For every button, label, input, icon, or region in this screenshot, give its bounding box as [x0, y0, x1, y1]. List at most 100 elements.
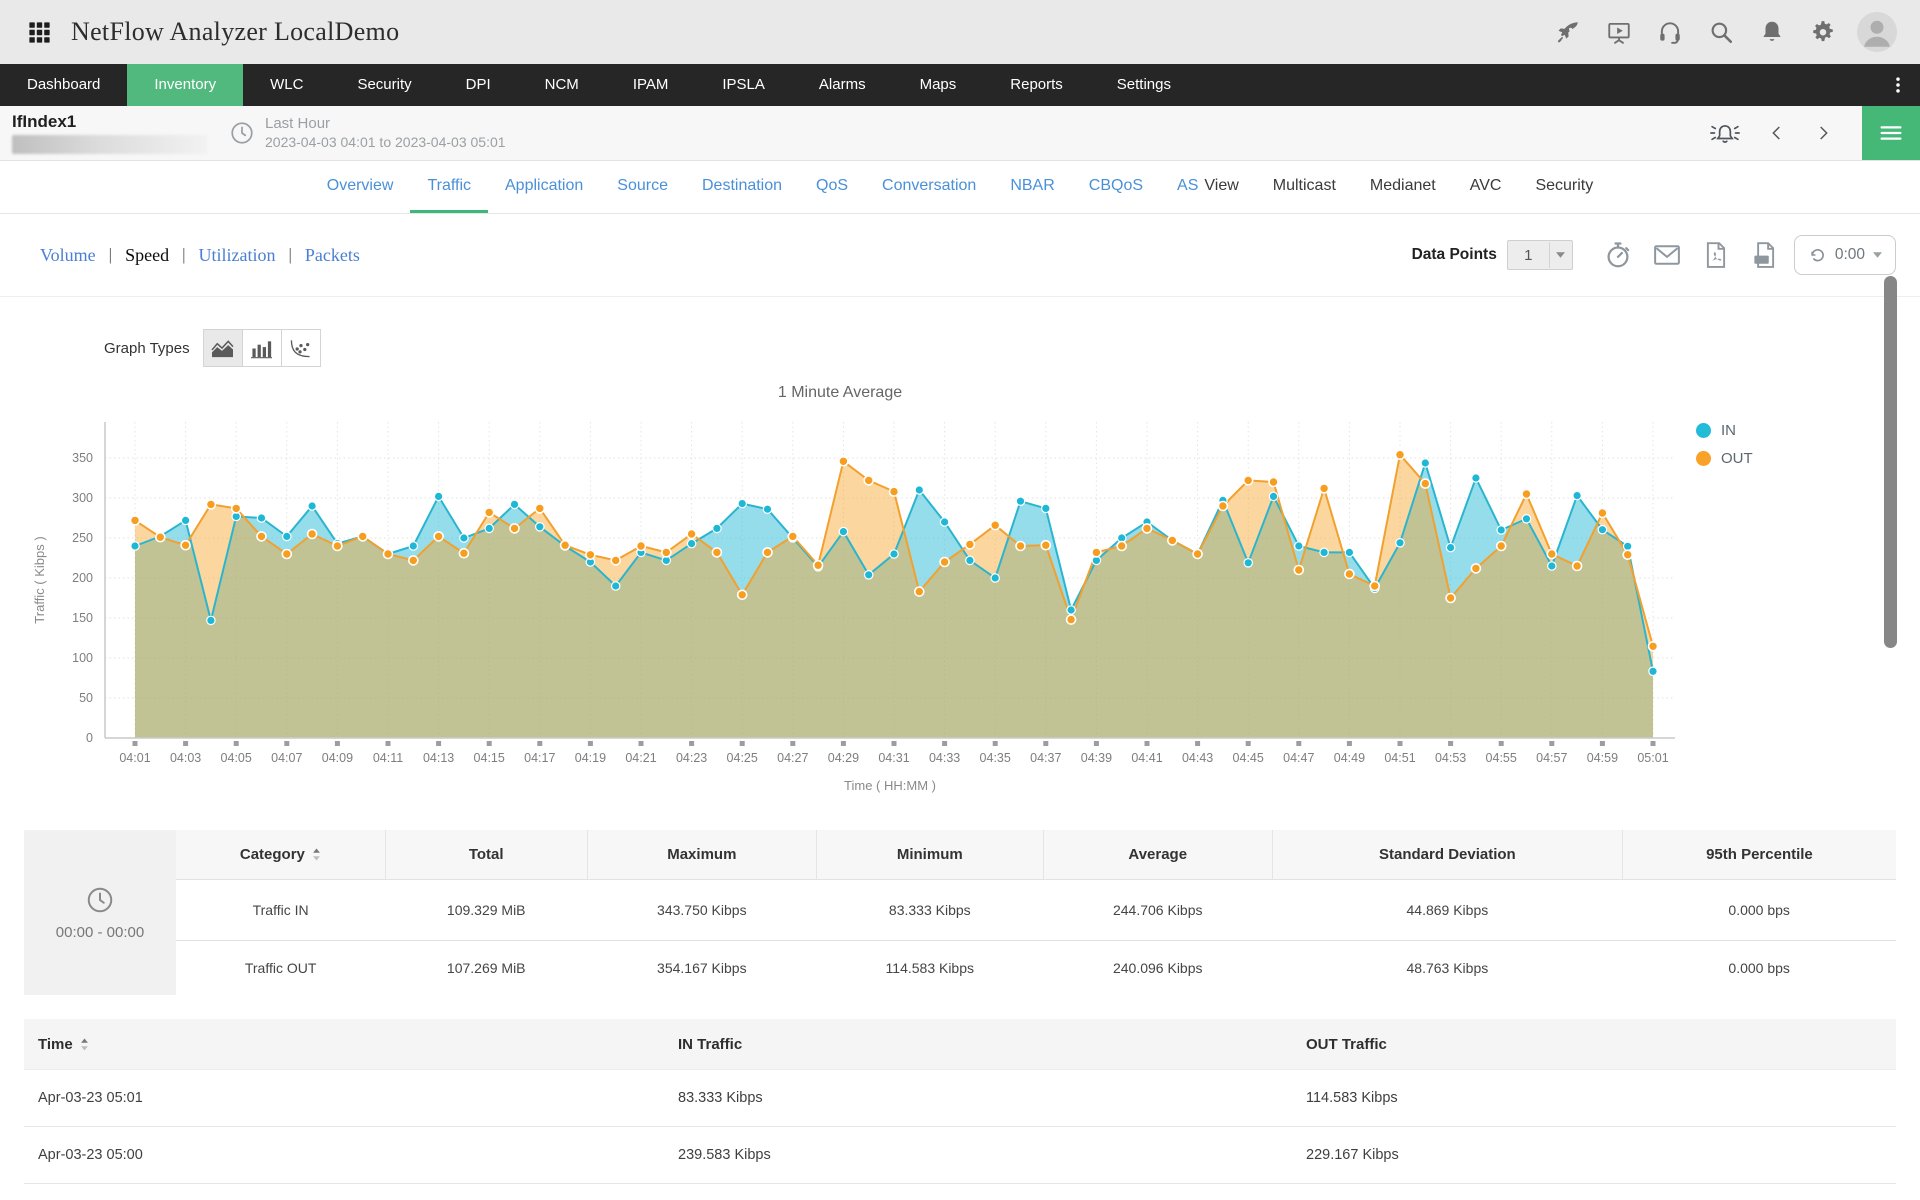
tab-destination[interactable]: Destination [685, 161, 799, 213]
chart-title: 1 Minute Average [777, 384, 903, 401]
tab-qos[interactable]: QoS [799, 161, 865, 213]
tab-avc[interactable]: AVC [1453, 161, 1519, 213]
nav-item-alarms[interactable]: Alarms [792, 64, 893, 106]
refresh-schedule-button[interactable]: 0:00 [1793, 235, 1896, 275]
time-period[interactable]: Last Hour 2023-04-03 04:01 to 2023-04-03… [265, 115, 506, 151]
svg-text:04:19: 04:19 [575, 751, 606, 765]
headset-icon[interactable] [1657, 19, 1683, 45]
nav-item-ncm[interactable]: NCM [518, 64, 606, 106]
view-utilization[interactable]: Utilization [198, 245, 275, 266]
svg-text:04:15: 04:15 [474, 751, 505, 765]
view-volume[interactable]: Volume [40, 245, 96, 266]
tab-cbqos[interactable]: CBQoS [1072, 161, 1160, 213]
search-icon[interactable] [1708, 19, 1734, 45]
chart-section: 1 Minute Average 0 50 100 150 200 250 300 350 04… [0, 382, 1920, 808]
detail-cell: 114.583 Kibps [1292, 1069, 1896, 1127]
summary-cell: 48.763 Kibps [1272, 940, 1623, 995]
nav-item-dashboard[interactable]: Dashboard [0, 64, 127, 106]
clock-icon [85, 885, 115, 915]
legend-item-in[interactable]: IN [1696, 422, 1753, 439]
svg-text:04:01: 04:01 [119, 751, 150, 765]
summary-col-standard-deviation: Standard Deviation [1271, 830, 1623, 880]
tab-nbar[interactable]: NBAR [993, 161, 1071, 213]
presentation-play-icon[interactable] [1606, 19, 1632, 45]
detail-cell: Apr-03-23 04:59 [24, 1183, 664, 1200]
app-grid-icon[interactable] [26, 19, 53, 46]
svg-text:04:41: 04:41 [1131, 751, 1162, 765]
nav-item-security[interactable]: Security [330, 64, 438, 106]
kebab-menu-icon[interactable] [1888, 73, 1908, 97]
nav-item-wlc[interactable]: WLC [243, 64, 330, 106]
graph-type-area-chart-button[interactable] [202, 329, 243, 367]
view-speed[interactable]: Speed [125, 245, 169, 266]
legend-label: OUT [1721, 450, 1753, 467]
svg-text:04:33: 04:33 [929, 751, 960, 765]
refresh-timer-value: 0:00 [1834, 246, 1865, 263]
interface-name: IfIndex1 [12, 112, 77, 131]
summary-cell: 354.167 Kibps [587, 940, 817, 995]
tab-application[interactable]: Application [488, 161, 600, 213]
summary-col-average: Average [1042, 830, 1273, 880]
graph-type-scatter-chart-button[interactable] [280, 329, 321, 367]
summary-cell: Traffic OUT [176, 940, 386, 995]
graph-type-buttons [202, 329, 321, 367]
tab-traffic[interactable]: Traffic [410, 161, 488, 213]
svg-text:Traffic ( Kibps ): Traffic ( Kibps ) [32, 536, 47, 623]
nav-item-reports[interactable]: Reports [983, 64, 1090, 106]
user-avatar-icon[interactable] [1856, 11, 1898, 53]
envelope-icon[interactable] [1652, 240, 1682, 270]
svg-text:04:53: 04:53 [1435, 751, 1466, 765]
svg-text:04:55: 04:55 [1486, 751, 1517, 765]
alarm-flash-icon[interactable] [1708, 118, 1742, 148]
nav-item-ipsla[interactable]: IPSLA [695, 64, 792, 106]
summary-table: Category Total Maximum Minimum Average Standa… [176, 830, 1896, 995]
vertical-scrollbar[interactable] [1884, 276, 1897, 648]
tab-source[interactable]: Source [600, 161, 685, 213]
svg-text:04:49: 04:49 [1334, 751, 1365, 765]
detail-col-in-traffic: IN Traffic [664, 1019, 1292, 1070]
summary-cell: 107.269 MiB [385, 940, 588, 995]
bell-icon[interactable] [1759, 19, 1785, 45]
detail-cell: 229.167 Kibps [1292, 1126, 1896, 1184]
clock-icon [229, 120, 255, 146]
traffic-detail-table: Time IN Traffic OUT Traffic Apr-03-23 05:01… [24, 1019, 1896, 1200]
tab-multicast[interactable]: Multicast [1256, 161, 1353, 213]
rocket-icon[interactable] [1555, 19, 1581, 45]
period-label: Last Hour [265, 115, 331, 132]
nav-item-inventory[interactable]: Inventory [127, 64, 244, 106]
pdf-icon[interactable] [1701, 240, 1731, 270]
csv-icon[interactable]: CSV [1750, 240, 1780, 270]
traffic-chart: 0 50 100 150 200 250 300 350 04:01 04:03 04:05 04:0… [20, 408, 1680, 808]
tab-security[interactable]: Security [1518, 161, 1610, 213]
tab-overview[interactable]: Overview [310, 161, 411, 213]
summary-cell: 244.706 Kibps [1112, 902, 1203, 918]
view-packets[interactable]: Packets [305, 245, 360, 266]
tab-medianet[interactable]: Medianet [1353, 161, 1453, 213]
bar-chart-icon [249, 338, 274, 359]
svg-text:04:57: 04:57 [1536, 751, 1567, 765]
stopwatch-icon[interactable] [1603, 240, 1633, 270]
nav-item-dpi[interactable]: DPI [439, 64, 518, 106]
tab-as-view[interactable]: AS View [1160, 161, 1256, 213]
chevron-left-icon[interactable] [1766, 122, 1788, 144]
svg-text:04:27: 04:27 [777, 751, 808, 765]
graph-type-bar-chart-button[interactable] [241, 329, 282, 367]
svg-text:300: 300 [72, 491, 93, 505]
svg-text:04:51: 04:51 [1384, 751, 1415, 765]
side-menu-button[interactable] [1862, 106, 1920, 160]
data-points-select[interactable]: 1 [1506, 240, 1573, 270]
nav-item-ipam[interactable]: IPAM [606, 64, 696, 106]
chevron-right-icon[interactable] [1812, 122, 1834, 144]
gear-icon[interactable] [1810, 19, 1836, 45]
view-separator: | [108, 245, 113, 264]
legend-item-out[interactable]: OUT [1696, 450, 1753, 467]
svg-text:04:25: 04:25 [727, 751, 758, 765]
detail-col-time[interactable]: Time [24, 1019, 664, 1070]
hamburger-icon [1876, 118, 1906, 148]
svg-text:Time ( HH:MM ): Time ( HH:MM ) [844, 778, 936, 793]
nav-item-maps[interactable]: Maps [893, 64, 984, 106]
toolbar: Volume | Speed | Utilization | Packets Data Po… [0, 214, 1920, 297]
summary-col-category[interactable]: Category [176, 830, 386, 880]
tab-conversation[interactable]: Conversation [865, 161, 993, 213]
nav-item-settings[interactable]: Settings [1090, 64, 1198, 106]
